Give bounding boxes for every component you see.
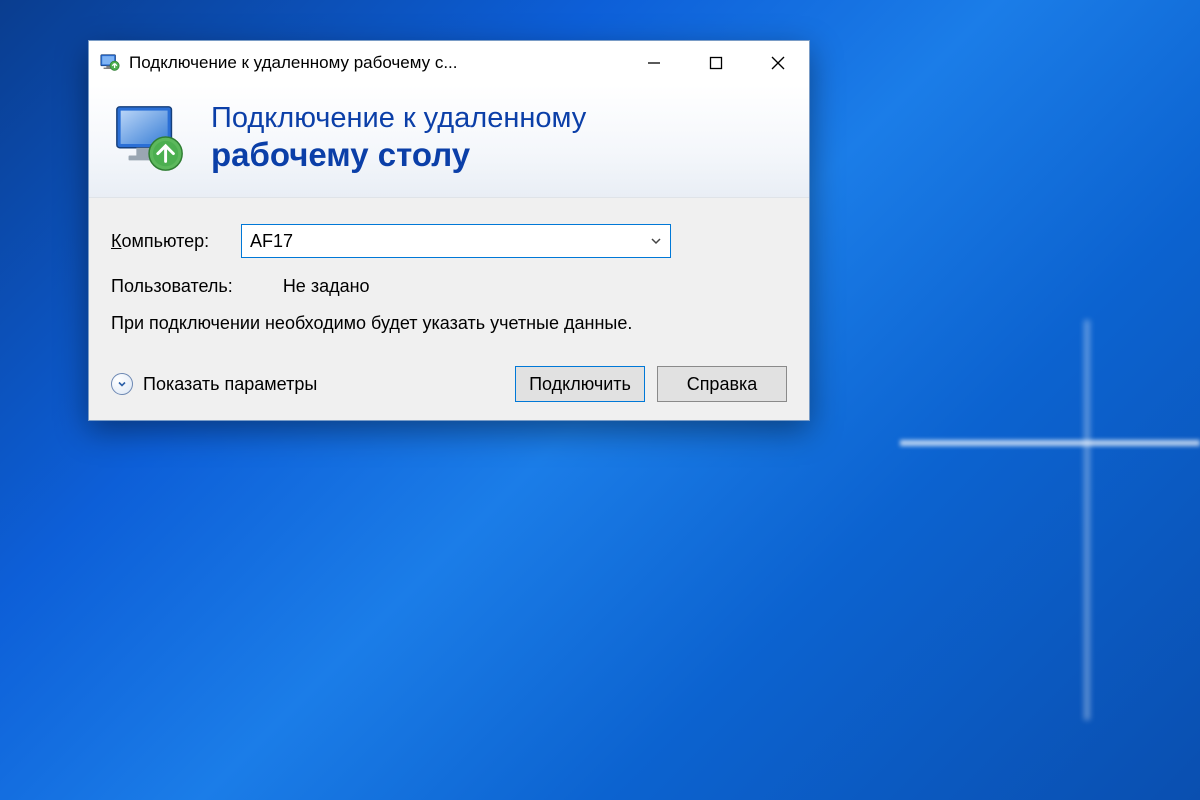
maximize-button[interactable] — [685, 41, 747, 85]
user-label: Пользователь: — [111, 276, 233, 297]
minimize-button[interactable] — [623, 41, 685, 85]
window-title: Подключение к удаленному рабочему с... — [129, 53, 623, 73]
rdp-dialog: Подключение к удаленному рабочему с... — [88, 40, 810, 421]
banner-text: Подключение к удаленному рабочему столу — [211, 102, 586, 173]
computer-label: Компьютер: — [111, 231, 241, 252]
window-controls — [623, 41, 809, 85]
desktop-background: Подключение к удаленному рабочему с... — [0, 0, 1200, 800]
computer-combobox[interactable] — [241, 224, 671, 258]
rdp-banner-icon — [111, 99, 189, 177]
rdp-app-icon — [99, 52, 121, 74]
computer-input[interactable] — [250, 231, 650, 252]
content-area: Компьютер: Пользователь: Не задано При п… — [89, 198, 809, 420]
banner-title-line1: Подключение к удаленному — [211, 102, 586, 135]
banner: Подключение к удаленному рабочему столу — [89, 85, 809, 198]
footer: Показать параметры Подключить Справка — [111, 366, 787, 402]
help-button[interactable]: Справка — [657, 366, 787, 402]
chevron-down-icon[interactable] — [650, 235, 662, 247]
user-row: Пользователь: Не задано — [111, 276, 787, 297]
show-options-label: Показать параметры — [143, 374, 317, 395]
banner-title-line2: рабочему столу — [211, 136, 586, 174]
show-options-toggle[interactable]: Показать параметры — [111, 373, 317, 395]
computer-row: Компьютер: — [111, 224, 787, 258]
close-button[interactable] — [747, 41, 809, 85]
titlebar[interactable]: Подключение к удаленному рабочему с... — [89, 41, 809, 85]
connect-button[interactable]: Подключить — [515, 366, 645, 402]
chevron-down-circle-icon — [111, 373, 133, 395]
credentials-hint: При подключении необходимо будет указать… — [111, 311, 671, 336]
user-value: Не задано — [283, 276, 370, 297]
